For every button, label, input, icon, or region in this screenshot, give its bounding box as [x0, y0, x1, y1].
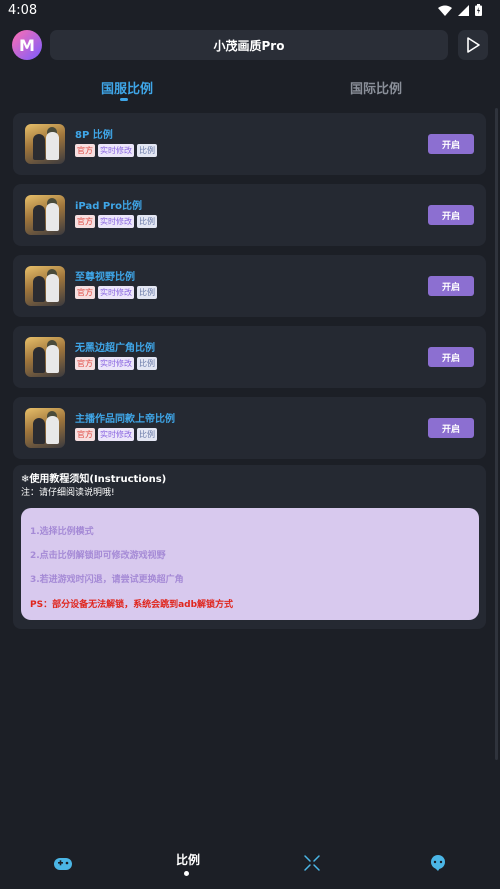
- ratio-card: 主播作品同款上帝比例 官方 实时修改 比例 开启: [13, 397, 486, 459]
- tag-official: 官方: [75, 215, 95, 228]
- nav-game[interactable]: [53, 854, 73, 876]
- instruction-step: 2.点击比例解锁即可修改游戏视野: [30, 551, 166, 561]
- nav-ratio-label: 比例: [176, 853, 201, 867]
- ratio-card: 无黑边超广角比例 官方 实时修改 比例 开启: [13, 326, 486, 388]
- card-tags: 官方 实时修改 比例: [75, 357, 157, 370]
- card-title: 主播作品同款上帝比例: [75, 414, 175, 425]
- game-thumbnail: [25, 195, 65, 235]
- wifi-icon: [438, 5, 452, 16]
- open-button[interactable]: 开启: [428, 134, 474, 154]
- app-title: 小茂画质Pro: [213, 38, 285, 53]
- card-tags: 官方 实时修改 比例: [75, 144, 157, 157]
- battery-icon: [475, 4, 482, 16]
- card-tags: 官方 实时修改 比例: [75, 428, 157, 441]
- status-icons: [438, 4, 482, 16]
- play-icon: [467, 37, 480, 53]
- tag-ratio: 比例: [137, 428, 157, 441]
- card-title: 8P 比例: [75, 130, 113, 141]
- ratio-card: iPad Pro比例 官方 实时修改 比例 开启: [13, 184, 486, 246]
- game-thumbnail: [25, 266, 65, 306]
- open-button[interactable]: 开启: [428, 347, 474, 367]
- card-tags: 官方 实时修改 比例: [75, 286, 157, 299]
- status-time: 4:08: [8, 3, 38, 18]
- open-button[interactable]: 开启: [428, 205, 474, 225]
- status-bar: 4:08: [0, 0, 500, 22]
- instructions-panel: ❄使用教程须知(Instructions) 注：请仔细阅读说明哦! 1.选择比例…: [13, 465, 486, 629]
- nav-chat[interactable]: [429, 854, 447, 876]
- instruction-step: 3.若进游戏时闪退，请尝试更换超广角: [30, 575, 184, 585]
- ratio-tabs: 国服比例 国际比例: [0, 78, 500, 108]
- game-thumbnail: [25, 337, 65, 377]
- game-thumbnail: [25, 124, 65, 164]
- tab-cn-server-ratio[interactable]: 国服比例: [101, 78, 153, 97]
- game-thumbnail: [25, 408, 65, 448]
- tag-official: 官方: [75, 428, 95, 441]
- tag-ratio: 比例: [137, 215, 157, 228]
- nav-expand[interactable]: [303, 854, 321, 876]
- instructions-title: ❄使用教程须知(Instructions): [21, 474, 167, 485]
- tag-official: 官方: [75, 357, 95, 370]
- card-title: 无黑边超广角比例: [75, 343, 155, 354]
- bottom-nav: 比例: [0, 846, 500, 889]
- open-button[interactable]: 开启: [428, 276, 474, 296]
- scrollbar[interactable]: [495, 108, 498, 760]
- tab-active-indicator: [120, 98, 128, 101]
- app-logo: M: [12, 30, 42, 60]
- tag-ratio: 比例: [137, 144, 157, 157]
- nav-active-dot: [184, 871, 189, 876]
- app-header: M 小茂画质Pro: [0, 28, 500, 64]
- instruction-ps: PS：部分设备无法解锁，系统会跳到adb解锁方式: [30, 600, 234, 610]
- card-tags: 官方 实时修改 比例: [75, 215, 157, 228]
- tag-official: 官方: [75, 286, 95, 299]
- card-title: iPad Pro比例: [75, 201, 143, 212]
- tab-intl-ratio[interactable]: 国际比例: [350, 78, 402, 97]
- instructions-note: 注：请仔细阅读说明哦!: [21, 488, 115, 498]
- expand-arrows-icon: [304, 855, 320, 871]
- app-title-bar: 小茂画质Pro: [50, 30, 448, 60]
- tag-realtime: 实时修改: [98, 286, 134, 299]
- tag-ratio: 比例: [137, 286, 157, 299]
- signal-icon: [458, 4, 469, 16]
- chat-bot-icon: [431, 855, 445, 871]
- instruction-step: 1.选择比例模式: [30, 527, 94, 537]
- tag-realtime: 实时修改: [98, 357, 134, 370]
- ratio-card: 至尊视野比例 官方 实时修改 比例 开启: [13, 255, 486, 317]
- tag-ratio: 比例: [137, 357, 157, 370]
- tag-official: 官方: [75, 144, 95, 157]
- ratio-card: 8P 比例官方 实时修改 比例 开启: [13, 113, 486, 175]
- instructions-box: 1.选择比例模式 2.点击比例解锁即可修改游戏视野 3.若进游戏时闪退，请尝试更…: [21, 508, 479, 620]
- tag-realtime: 实时修改: [98, 215, 134, 228]
- gamepad-icon: [54, 858, 72, 870]
- tag-realtime: 实时修改: [98, 428, 134, 441]
- play-button[interactable]: [458, 30, 488, 60]
- open-button[interactable]: 开启: [428, 418, 474, 438]
- card-title: 至尊视野比例: [75, 272, 135, 283]
- tag-realtime: 实时修改: [98, 144, 134, 157]
